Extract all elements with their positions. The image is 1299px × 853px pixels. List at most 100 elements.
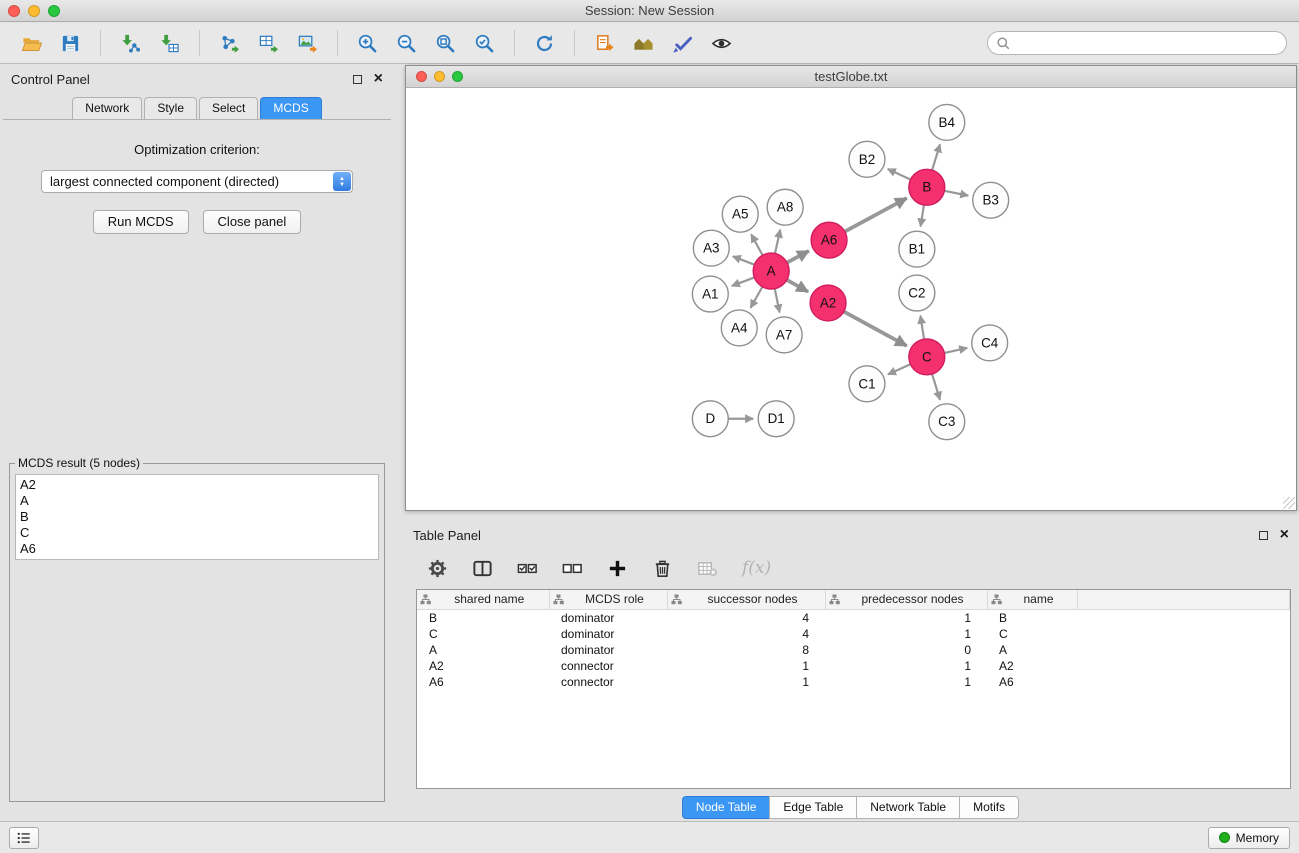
open-file-button[interactable] (19, 31, 44, 56)
mcds-result-item[interactable]: A2 (20, 477, 374, 493)
close-panel-icon[interactable]: × (374, 72, 383, 86)
add-column-button[interactable] (607, 558, 628, 579)
network-node-B1[interactable]: B1 (899, 231, 935, 267)
delete-table-button[interactable] (697, 558, 718, 579)
network-edge-C-C4[interactable] (944, 348, 967, 353)
table-float-panel-icon[interactable] (1259, 531, 1268, 540)
save-session-button[interactable] (58, 31, 83, 56)
minimize-window-button[interactable] (28, 5, 40, 17)
session-report-button[interactable] (592, 31, 617, 56)
network-node-C4[interactable]: C4 (972, 325, 1008, 361)
network-node-C3[interactable]: C3 (929, 404, 965, 440)
network-zoom-button[interactable] (452, 71, 463, 82)
network-node-A[interactable]: A (753, 253, 789, 289)
zoom-window-button[interactable] (48, 5, 60, 17)
network-edge-C-C2[interactable] (920, 316, 924, 339)
import-table-from-file-button[interactable] (157, 31, 182, 56)
window-resize-grip[interactable] (1283, 497, 1295, 509)
network-edge-A-A3[interactable] (733, 256, 755, 264)
network-edge-A-A1[interactable] (732, 277, 755, 285)
network-node-A1[interactable]: A1 (692, 276, 728, 312)
network-edge-C-C3[interactable] (932, 374, 940, 400)
network-edge-C-C1[interactable] (888, 364, 911, 374)
network-node-B3[interactable]: B3 (973, 182, 1009, 218)
network-close-button[interactable] (416, 71, 427, 82)
tab-network-table[interactable]: Network Table (856, 796, 960, 819)
network-edge-B-B3[interactable] (944, 191, 968, 196)
mcds-result-item[interactable]: C (20, 525, 374, 541)
column-header-shared-name[interactable]: shared name (417, 590, 549, 609)
control-panel-tab-network[interactable]: Network (72, 97, 142, 119)
zoom-out-button[interactable] (394, 31, 419, 56)
network-node-A2[interactable]: A2 (810, 285, 846, 321)
show-panels-button[interactable] (9, 827, 39, 849)
table-row[interactable]: A6connector11A6 (417, 674, 1290, 690)
close-panel-button[interactable]: Close panel (203, 210, 302, 234)
show-hide-button[interactable] (709, 31, 734, 56)
network-edge-A-A7[interactable] (775, 289, 780, 313)
network-node-A8[interactable]: A8 (767, 189, 803, 225)
delete-column-button[interactable] (652, 558, 673, 579)
table-close-panel-icon[interactable]: × (1280, 528, 1289, 542)
import-network-from-file-button[interactable] (118, 31, 143, 56)
network-edge-A-A6[interactable] (787, 251, 809, 263)
zoom-in-button[interactable] (355, 31, 380, 56)
home-button[interactable] (631, 31, 656, 56)
column-header-name[interactable]: name (987, 590, 1077, 609)
zoom-selected-button[interactable] (472, 31, 497, 56)
network-window-titlebar[interactable]: testGlobe.txt (406, 66, 1296, 88)
mcds-result-item[interactable]: B (20, 509, 374, 525)
network-node-B[interactable]: B (909, 169, 945, 205)
network-node-A5[interactable]: A5 (722, 196, 758, 232)
export-table-button[interactable] (256, 31, 281, 56)
network-node-B2[interactable]: B2 (849, 141, 885, 177)
mcds-result-list[interactable]: A2ABCA6 (15, 474, 379, 560)
select-all-rows-button[interactable] (517, 558, 538, 579)
float-panel-icon[interactable] (353, 75, 362, 84)
column-header-MCDS-role[interactable]: MCDS role (549, 590, 667, 609)
export-image-button[interactable] (295, 31, 320, 56)
network-minimize-button[interactable] (434, 71, 445, 82)
network-node-A3[interactable]: A3 (693, 230, 729, 266)
network-node-A6[interactable]: A6 (811, 222, 847, 258)
zoom-fit-content-button[interactable] (433, 31, 458, 56)
table-row[interactable]: Cdominator41C (417, 626, 1290, 642)
tab-edge-table[interactable]: Edge Table (769, 796, 857, 819)
network-edge-A6-B[interactable] (845, 198, 907, 231)
network-edge-B-B1[interactable] (921, 205, 924, 226)
network-graph[interactable]: B4B2BB3A8A5A6A3B1AC2A1A2A4A7C4CC1DD1C3 (406, 88, 1296, 510)
network-node-B4[interactable]: B4 (929, 104, 965, 140)
control-panel-tab-mcds[interactable]: MCDS (260, 97, 321, 119)
network-node-C[interactable]: C (909, 339, 945, 375)
apply-layout-button[interactable] (532, 31, 557, 56)
table-row[interactable]: Bdominator41B (417, 609, 1290, 626)
network-node-C2[interactable]: C2 (899, 275, 935, 311)
memory-button[interactable]: Memory (1208, 827, 1290, 849)
mcds-result-item[interactable]: A (20, 493, 374, 509)
search-input[interactable] (1016, 36, 1278, 50)
network-edge-B-B2[interactable] (888, 169, 911, 180)
column-header-predecessor-nodes[interactable]: predecessor nodes (825, 590, 987, 609)
export-network-button[interactable] (217, 31, 242, 56)
table-row[interactable]: Adominator80A (417, 642, 1290, 658)
network-edge-A-A2[interactable] (787, 280, 808, 292)
network-node-D1[interactable]: D1 (758, 401, 794, 437)
tab-motifs[interactable]: Motifs (959, 796, 1019, 819)
optimization-criterion-select[interactable]: largest connected component (directed) ▲… (41, 170, 353, 193)
network-edge-A-A4[interactable] (751, 287, 763, 308)
table-row[interactable]: A2connector11A2 (417, 658, 1290, 674)
network-canvas[interactable]: B4B2BB3A8A5A6A3B1AC2A1A2A4A7C4CC1DD1C3 (406, 88, 1296, 510)
tab-node-table[interactable]: Node Table (682, 796, 771, 819)
close-window-button[interactable] (8, 5, 20, 17)
network-edge-A-A8[interactable] (775, 230, 780, 254)
mcds-result-item[interactable]: A6 (20, 541, 374, 557)
show-columns-button[interactable] (472, 558, 493, 579)
column-header-successor-nodes[interactable]: successor nodes (667, 590, 825, 609)
function-builder-button[interactable]: f(x) (742, 558, 771, 578)
run-mcds-button[interactable]: Run MCDS (93, 210, 189, 234)
deselect-all-rows-button[interactable] (562, 558, 583, 579)
table-settings-button[interactable] (427, 558, 448, 579)
network-edge-B-B4[interactable] (932, 144, 940, 170)
style-validate-button[interactable] (670, 31, 695, 56)
control-panel-tab-style[interactable]: Style (144, 97, 197, 119)
